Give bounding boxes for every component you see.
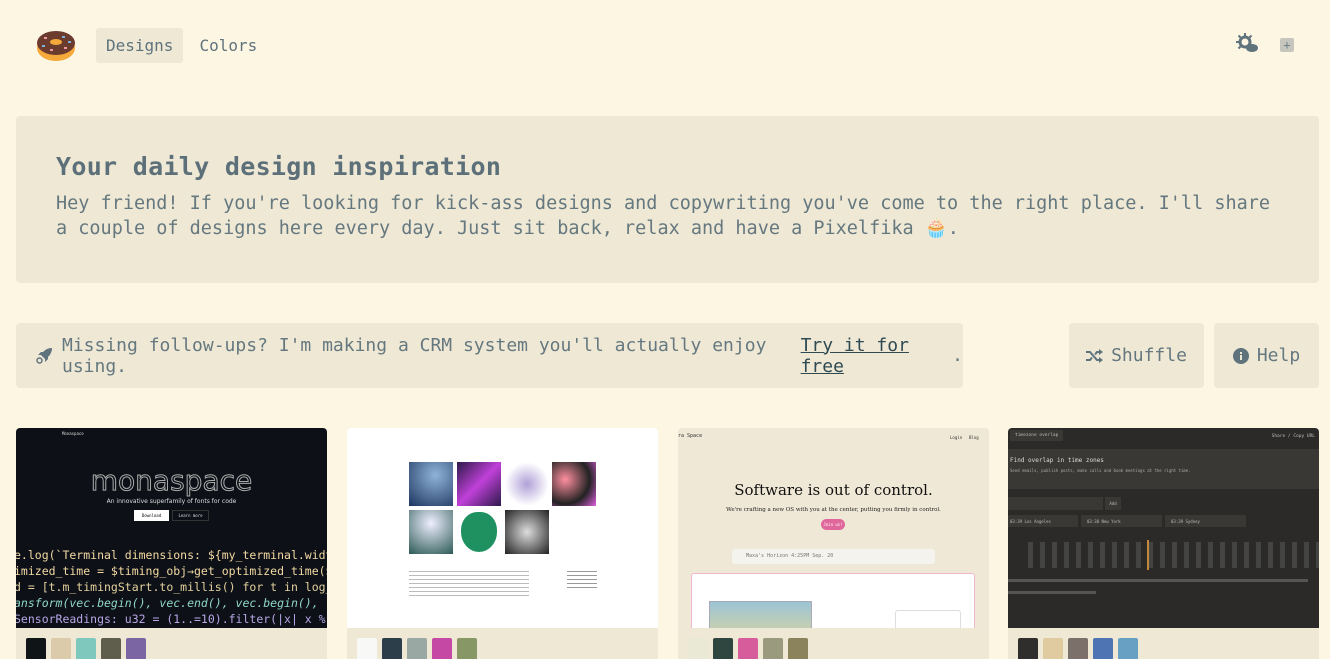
design-thumbnail[interactable]: timezone overlap Share / Copy URL Find o… xyxy=(1008,428,1319,628)
thumb-zone: 03:38 New York xyxy=(1081,515,1162,527)
thumb-tag: timezone overlap xyxy=(1010,430,1064,441)
thumb-title: monaspace xyxy=(90,464,253,498)
top-nav: Designs Colors + xyxy=(36,27,1330,63)
color-swatches xyxy=(1008,628,1319,659)
help-label: Help xyxy=(1256,345,1301,366)
color-swatches xyxy=(678,628,989,659)
thumb-bar: Maxa's Horizon 4:25PM Sep. 20 xyxy=(732,549,935,564)
color-swatch[interactable] xyxy=(382,638,402,659)
color-swatch[interactable] xyxy=(738,638,758,659)
nav-designs[interactable]: Designs xyxy=(96,27,184,63)
thumb-code-line: e.log(`Terminal dimensions: ${my_termina… xyxy=(16,548,327,562)
design-card[interactable]: Monaspace monaspace An innovative superf… xyxy=(16,428,327,659)
thumb-headline: Software is out of control. xyxy=(734,481,933,499)
thumb-sub: We're crafting a new OS with you at the … xyxy=(726,507,941,513)
hero-text: Hey friend! If you're looking for kick-a… xyxy=(56,193,1271,239)
crm-banner: Missing follow-ups? I'm making a CRM sys… xyxy=(16,323,963,388)
shuffle-icon xyxy=(1086,348,1104,363)
thumb-code-line: ansform(vec.begin(), vec.end(), vec.begi… xyxy=(16,596,327,610)
design-thumbnail[interactable]: ra Space Login Blog Software is out of c… xyxy=(678,428,989,628)
sun-cloud-icon[interactable] xyxy=(1236,33,1258,57)
color-swatch[interactable] xyxy=(713,638,733,659)
thumb-zone: 03:39 Los Angeles xyxy=(1008,515,1078,527)
color-swatch[interactable] xyxy=(357,638,377,659)
color-swatches xyxy=(347,628,658,659)
thumb-title: Find overlap in time zones xyxy=(1010,457,1104,464)
thumb-code-line: SensorReadings: u32 = (1..=10).filter(|x… xyxy=(16,612,327,626)
design-card[interactable]: timezone overlap Share / Copy URL Find o… xyxy=(1008,428,1319,659)
color-swatch[interactable] xyxy=(407,638,427,659)
shuffle-label: Shuffle xyxy=(1111,345,1187,366)
hero-panel: Your daily design inspiration Hey friend… xyxy=(16,116,1319,283)
nav-colors[interactable]: Colors xyxy=(189,28,267,63)
thumb-zone: 03:39 Sydney xyxy=(1165,515,1246,527)
thumb-brand: Monaspace xyxy=(62,431,84,436)
thumb-add: Add xyxy=(1105,497,1121,510)
info-icon xyxy=(1232,347,1249,364)
try-free-link[interactable]: Try it for free xyxy=(801,335,953,377)
color-swatch[interactable] xyxy=(1093,638,1113,659)
color-swatches xyxy=(16,628,327,659)
help-button[interactable]: Help xyxy=(1214,323,1319,388)
banner-suffix: . xyxy=(952,345,963,366)
thumb-brand: ra Space xyxy=(678,433,703,439)
thumb-download: Download xyxy=(134,510,169,521)
thumb-learn: Learn more xyxy=(172,510,209,521)
color-swatch[interactable] xyxy=(76,638,96,659)
donut-logo[interactable] xyxy=(36,27,76,63)
thumb-subtitle: An innovative superfamily of fonts for c… xyxy=(106,498,237,505)
color-swatch[interactable] xyxy=(1043,638,1063,659)
color-swatch[interactable] xyxy=(26,638,46,659)
thumb-share: Share / Copy URL xyxy=(1271,434,1315,439)
color-swatch[interactable] xyxy=(688,638,708,659)
color-swatch[interactable] xyxy=(126,638,146,659)
banner-text: Missing follow-ups? I'm making a CRM sys… xyxy=(62,334,767,377)
design-thumbnail[interactable]: Monaspace monaspace An innovative superf… xyxy=(16,428,327,628)
thumb-desc: Send emails, publish posts, make calls a… xyxy=(1010,468,1191,473)
color-swatch[interactable] xyxy=(101,638,121,659)
thumb-cta: Join us! xyxy=(821,519,845,530)
color-swatch[interactable] xyxy=(1068,638,1088,659)
plus-icon[interactable]: + xyxy=(1280,38,1294,52)
thumb-code-line: d = [t.m_timingStart.to_millis() for t i… xyxy=(16,580,327,594)
design-card[interactable] xyxy=(347,428,658,659)
thumb-nav: Login xyxy=(950,435,963,440)
color-swatch[interactable] xyxy=(1118,638,1138,659)
color-swatch[interactable] xyxy=(763,638,783,659)
color-swatch[interactable] xyxy=(788,638,808,659)
thumb-nav: Blog xyxy=(969,435,979,440)
design-thumbnail[interactable] xyxy=(347,428,658,628)
page-title: Your daily design inspiration xyxy=(56,152,502,181)
design-card[interactable]: ra Space Login Blog Software is out of c… xyxy=(678,428,989,659)
color-swatch[interactable] xyxy=(1018,638,1038,659)
shuffle-button[interactable]: Shuffle xyxy=(1069,323,1204,388)
thumb-code-line: imized_time = $timing_obj→get_optimized_… xyxy=(16,564,327,578)
rocket-icon xyxy=(36,347,53,364)
color-swatch[interactable] xyxy=(51,638,71,659)
color-swatch[interactable] xyxy=(432,638,452,659)
color-swatch[interactable] xyxy=(457,638,477,659)
